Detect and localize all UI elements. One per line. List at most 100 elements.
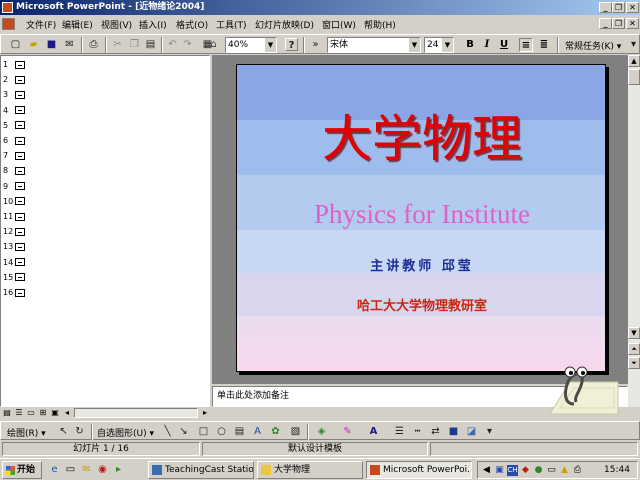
close-button[interactable]: ✕: [626, 2, 639, 13]
open-icon[interactable]: ▰: [27, 38, 40, 51]
tray-app-icon[interactable]: ●: [533, 465, 544, 476]
tray-printer-icon[interactable]: ⎙: [572, 465, 583, 476]
common-tasks-button[interactable]: 常规任务(K) ▾: [565, 39, 621, 52]
slide-list-item[interactable]: 13: [3, 241, 25, 253]
slide-sorter-icon[interactable]: ⊞: [38, 408, 48, 418]
font-size-select[interactable]: 24 ▼: [424, 37, 454, 53]
slide-list-item[interactable]: 1: [3, 59, 25, 71]
slide-list-item[interactable]: 15: [3, 272, 25, 284]
new-icon[interactable]: ▢: [9, 38, 22, 51]
slide-list-item[interactable]: 2: [3, 74, 25, 86]
slide-list-item[interactable]: 6: [3, 135, 25, 147]
toolbar-overflow-icon[interactable]: ▾: [627, 38, 640, 51]
menu-insert[interactable]: 插入(I): [139, 18, 167, 31]
quicklaunch-media-icon[interactable]: ◉: [96, 463, 109, 476]
zoom-select[interactable]: 40% ▼: [225, 37, 277, 53]
normal-view-icon[interactable]: ▤: [2, 408, 12, 418]
task-folder[interactable]: 大学物理: [257, 461, 363, 479]
document-icon[interactable]: [2, 18, 15, 30]
menu-tools[interactable]: 工具(T): [216, 18, 247, 31]
cut-icon[interactable]: ✂: [111, 38, 124, 51]
redo-icon[interactable]: ↷: [181, 38, 194, 51]
network-icon[interactable]: ▣: [494, 465, 505, 476]
tray-misc-icon[interactable]: ▲: [559, 465, 570, 476]
menu-view[interactable]: 视图(V): [101, 18, 132, 31]
doc-restore-button[interactable]: ❐: [612, 18, 625, 29]
line-style-icon[interactable]: ☰: [393, 425, 406, 438]
outline-pane[interactable]: [0, 55, 210, 407]
quicklaunch-extra-icon[interactable]: ▸: [112, 463, 125, 476]
scroll-thumb[interactable]: [628, 69, 640, 85]
dash-style-icon[interactable]: ┅: [411, 425, 424, 438]
undo-icon[interactable]: ↶: [166, 38, 179, 51]
previous-slide-icon[interactable]: ⏶: [628, 343, 640, 355]
arrow-icon[interactable]: ↘: [177, 425, 190, 438]
free-rotate-icon[interactable]: ↻: [73, 425, 86, 438]
slide-subtitle[interactable]: Physics for Institute: [237, 198, 605, 230]
save-icon[interactable]: ■: [45, 38, 58, 51]
slide-list-item[interactable]: 4: [3, 105, 25, 117]
slide-list-item[interactable]: 14: [3, 257, 25, 269]
menu-edit[interactable]: 编辑(E): [62, 18, 93, 31]
italic-button[interactable]: I: [480, 38, 494, 52]
menu-window[interactable]: 窗口(W): [322, 18, 356, 31]
select-pointer-icon[interactable]: ↖: [57, 425, 70, 438]
slide-list-item[interactable]: 12: [3, 226, 25, 238]
scroll-up-icon[interactable]: ▲: [628, 55, 640, 67]
slide-list-item[interactable]: 7: [3, 150, 25, 162]
autoshapes-menu[interactable]: 自选图形(U) ▾: [97, 426, 154, 439]
insert-picture-icon[interactable]: ▧: [289, 425, 302, 438]
align-center-icon[interactable]: ≣: [537, 38, 551, 52]
print-icon[interactable]: ⎙: [87, 38, 100, 51]
task-teachingcast[interactable]: TeachingCast Station: [148, 461, 254, 479]
underline-button[interactable]: U: [497, 38, 511, 52]
quicklaunch-outlook-icon[interactable]: ✉: [80, 463, 93, 476]
input-method-icon[interactable]: CH: [507, 465, 518, 476]
menu-file[interactable]: 文件(F): [26, 18, 56, 31]
slideshow-view-icon[interactable]: ▣: [50, 408, 60, 418]
task-powerpoint[interactable]: Microsoft PowerPoi...: [366, 461, 472, 479]
quicklaunch-ie-icon[interactable]: e: [48, 463, 61, 476]
clipart-icon[interactable]: ✿: [269, 425, 282, 438]
doc-minimize-button[interactable]: _: [599, 18, 612, 29]
next-slide-icon[interactable]: ⏷: [628, 357, 640, 369]
rectangle-icon[interactable]: □: [197, 425, 210, 438]
scroll-left-icon[interactable]: ◂: [62, 408, 72, 418]
slide-canvas[interactable]: 大学物理 Physics for Institute 主讲教师 邱莹 哈工大大学…: [236, 64, 606, 372]
minimize-button[interactable]: _: [599, 2, 612, 13]
slide-list-item[interactable]: 9: [3, 181, 25, 193]
slide-list-item[interactable]: 5: [3, 120, 25, 132]
font-color-icon[interactable]: A: [367, 425, 380, 438]
email-icon[interactable]: ✉: [63, 38, 76, 51]
bold-button[interactable]: B: [463, 38, 477, 52]
shadow-icon[interactable]: ■: [447, 425, 460, 438]
menu-help[interactable]: 帮助(H): [364, 18, 396, 31]
outline-view-icon[interactable]: ☰: [14, 408, 24, 418]
wordart-icon[interactable]: A: [251, 425, 264, 438]
copy-icon[interactable]: ❐: [128, 38, 141, 51]
slide-department-line[interactable]: 哈工大大学物理教研室: [237, 298, 605, 316]
textbox-icon[interactable]: ▤: [233, 425, 246, 438]
font-select[interactable]: 宋体 ▼: [327, 37, 421, 53]
restore-button[interactable]: ❐: [612, 2, 625, 13]
slide-list-item[interactable]: 16: [3, 287, 25, 299]
paste-icon[interactable]: ▤: [144, 38, 157, 51]
slide-view-icon[interactable]: ▭: [26, 408, 36, 418]
volume-icon[interactable]: ◀: [481, 465, 492, 476]
align-left-icon[interactable]: ≡: [519, 38, 533, 52]
line-color-icon[interactable]: ✎: [341, 425, 354, 438]
horizontal-scrollbar[interactable]: [74, 408, 198, 418]
help-icon[interactable]: ?: [285, 38, 298, 51]
fill-color-icon[interactable]: ◈: [315, 425, 328, 438]
draw-menu[interactable]: 绘图(R) ▾: [7, 426, 46, 439]
slide-teacher-line[interactable]: 主讲教师 邱莹: [237, 258, 605, 276]
powerpoint-app-icon[interactable]: [2, 2, 13, 13]
scroll-down-icon[interactable]: ▼: [628, 327, 640, 339]
doc-close-button[interactable]: ✕: [626, 18, 639, 29]
line-icon[interactable]: ╲: [161, 425, 174, 438]
slide-list-item[interactable]: 11: [3, 211, 25, 223]
slide-list-item[interactable]: 8: [3, 165, 25, 177]
antivirus-icon[interactable]: ◆: [520, 465, 531, 476]
oval-icon[interactable]: ○: [215, 425, 228, 438]
slide-title[interactable]: 大学物理: [237, 111, 605, 167]
